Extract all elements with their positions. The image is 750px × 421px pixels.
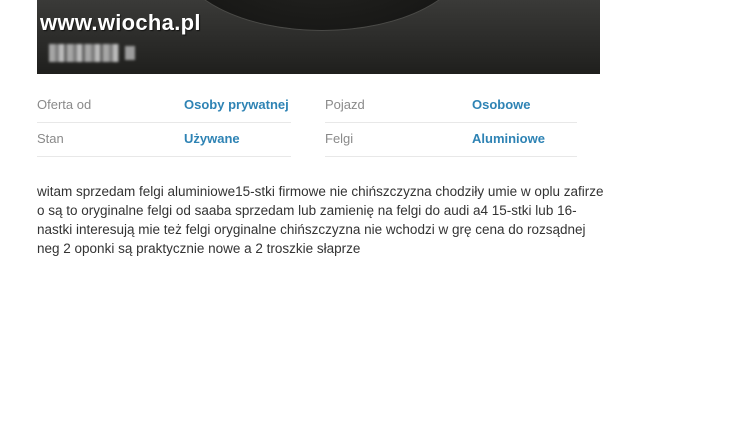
param-row-condition: Stan Używane <box>37 122 291 157</box>
param-label: Oferta od <box>37 97 92 112</box>
param-value-link[interactable]: Używane <box>184 122 240 156</box>
param-row-rims: Felgi Aluminiowe <box>325 122 577 157</box>
watermark-logo: www.wiocha.pl <box>40 10 201 35</box>
param-label: Felgi <box>325 131 354 146</box>
param-row-vehicle: Pojazd Osobowe <box>325 88 577 123</box>
listing-description: witam sprzedam felgi aluminiowe15-stki f… <box>37 184 604 256</box>
wheel-image <box>177 0 467 30</box>
param-value-link[interactable]: Aluminiowe <box>472 122 545 156</box>
param-value-link[interactable]: Osoby prywatnej <box>184 88 289 122</box>
param-row-offer-from: Oferta od Osoby prywatnej <box>37 88 291 123</box>
blurred-text <box>49 44 119 62</box>
param-label: Stan <box>37 131 64 146</box>
blurred-text-2 <box>125 46 135 60</box>
param-label: Pojazd <box>325 97 365 112</box>
param-value-link[interactable]: Osobowe <box>472 88 531 122</box>
